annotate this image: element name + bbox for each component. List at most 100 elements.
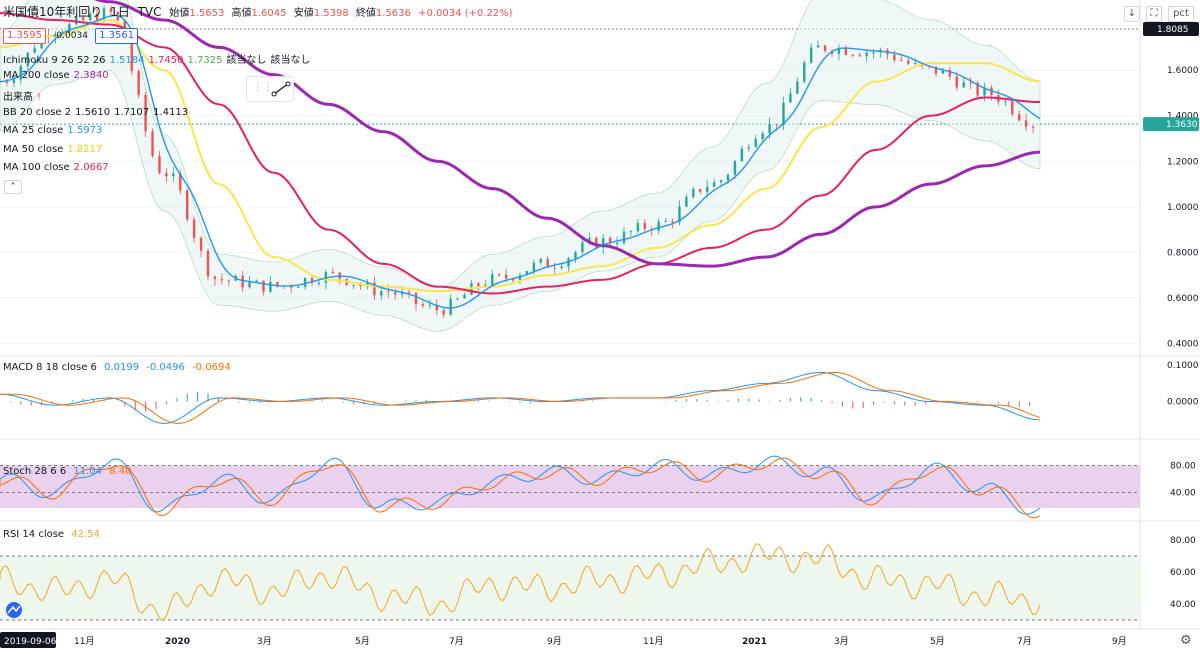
arrow-down-icon[interactable]: ↓ xyxy=(1124,6,1140,22)
indicator-value: 1.8217 xyxy=(67,143,103,155)
candle-body xyxy=(726,174,730,181)
candle-body xyxy=(498,274,501,276)
drag-handle-icon[interactable]: ⋮⋮ xyxy=(253,82,273,93)
drawing-tool-popup[interactable]: ⋮⋮ xyxy=(246,76,294,102)
symbol-title[interactable]: 米国債10年利回り xyxy=(3,5,102,19)
indicator-row[interactable]: MA 50 close 1.8217 xyxy=(3,144,102,155)
macd-value-2: -0.0496 xyxy=(146,362,185,373)
candle-body xyxy=(241,275,244,288)
low-value: 1.5398 xyxy=(313,8,349,19)
candle-body xyxy=(775,124,778,126)
candle-body xyxy=(872,52,875,54)
tradingview-logo-icon[interactable] xyxy=(4,602,24,618)
indicator-name: MA 50 close xyxy=(3,143,64,155)
candle-body xyxy=(1018,114,1021,121)
trend-line-icon[interactable] xyxy=(271,81,291,97)
indicator-value: 2.3840 xyxy=(73,69,109,81)
indicator-row[interactable]: 出来高! xyxy=(3,88,41,103)
indicator-row[interactable]: Ichimoku 9 26 52 26 1.5184 1.7450 1.7325 該当な… xyxy=(3,51,311,66)
chart-canvas[interactable]: 1.60001.40001.20001.00000.80000.60000.40… xyxy=(0,0,1200,654)
time-tick-label: 2021 xyxy=(742,637,767,647)
candle-body xyxy=(1031,126,1035,128)
candle-body xyxy=(331,272,334,274)
indicator-value: 1.4113 xyxy=(153,106,189,118)
bid-price[interactable]: 1.3595 xyxy=(3,28,46,44)
indicator-row[interactable]: MA 100 close 2.0667 xyxy=(3,162,109,173)
price-tick-label: 0.4000 xyxy=(1167,340,1199,350)
macd-tick-label: 0.0000 xyxy=(1167,398,1199,408)
gear-icon[interactable]: ⚙ xyxy=(1180,634,1192,648)
interval-label[interactable]: 1日 xyxy=(110,5,130,19)
candle-body xyxy=(387,291,390,293)
candle-body xyxy=(900,59,903,61)
indicator-row[interactable]: BB 20 close 2 1.5610 1.7107 1.4113 xyxy=(3,107,188,118)
candle-body xyxy=(5,81,9,83)
candle-body xyxy=(671,221,674,223)
candle-body xyxy=(303,277,307,287)
candle-body xyxy=(789,93,792,103)
candle-body xyxy=(914,63,917,65)
candle-body xyxy=(539,258,542,263)
high-label: 高値 xyxy=(231,8,252,19)
price-tick-label: 0.8000 xyxy=(1167,248,1199,258)
candle-body xyxy=(699,189,702,192)
high-price-badge-text: 1.8085 xyxy=(1157,25,1189,35)
candle-body xyxy=(1004,101,1007,103)
candle-body xyxy=(858,55,861,57)
stoch-tick-label: 40.00 xyxy=(1170,489,1196,499)
candle-body xyxy=(532,262,536,272)
candle-body xyxy=(796,81,799,94)
indicator-row[interactable]: MA 25 close 1.5973 xyxy=(3,125,102,136)
candle-body xyxy=(449,298,452,315)
candle-body xyxy=(206,250,210,277)
stoch-fill-band xyxy=(0,465,1140,508)
candle-body xyxy=(844,48,848,55)
last-price-badge-text: 1.3630 xyxy=(1166,120,1198,130)
candle-body xyxy=(851,54,854,56)
candle-body xyxy=(227,280,230,282)
time-tick-label: 11月 xyxy=(643,636,663,647)
chevron-up-icon[interactable]: ˄ xyxy=(4,180,22,194)
indicator-name: BB 20 close 2 xyxy=(3,106,72,118)
macd-signal-line xyxy=(0,371,1041,424)
candle-body xyxy=(421,303,425,306)
chart-header: 米国債10年利回り 1日 TVC 始値1.5653 高値1.6045 安値1.5… xyxy=(3,5,521,21)
candle-body xyxy=(629,231,633,233)
candle-body xyxy=(296,286,300,288)
candle-body xyxy=(816,45,820,48)
candle-body xyxy=(955,76,958,88)
candle-body xyxy=(719,180,723,183)
candle-body xyxy=(414,292,418,304)
bid-ask-row: 1.3595 -0.0034 1.3561 xyxy=(3,28,142,44)
rsi-fill-band xyxy=(0,556,1140,620)
candle-body xyxy=(172,173,175,177)
time-tick-label: 3月 xyxy=(257,636,272,647)
indicator-row[interactable]: MA 200 close 2.3840 xyxy=(3,70,109,81)
candle-body xyxy=(664,221,667,223)
low-label: 安値 xyxy=(293,8,314,19)
scale-pct-button[interactable]: pct xyxy=(1168,6,1194,22)
indicator-value: 該当なし xyxy=(226,55,267,66)
candle-body xyxy=(768,124,771,134)
candle-body xyxy=(636,223,640,232)
candle-body xyxy=(477,283,480,286)
macd-legend: MACD 8 18 close 6 0.0199 -0.0496 -0.0694 xyxy=(3,362,231,373)
candle-body xyxy=(622,231,626,243)
candle-body xyxy=(754,138,757,148)
open-label: 始値 xyxy=(169,8,190,19)
ask-price[interactable]: 1.3561 xyxy=(95,28,139,44)
high-value: 1.6045 xyxy=(251,8,287,19)
candle-body xyxy=(456,298,459,300)
time-tick-label: 7月 xyxy=(449,636,464,647)
close-value: 1.5636 xyxy=(375,8,411,19)
fullscreen-icon[interactable]: ⛶ xyxy=(1146,6,1162,22)
scale-label: pct xyxy=(1173,8,1189,19)
candle-body xyxy=(865,52,868,57)
candle-body xyxy=(213,276,217,280)
candle-body xyxy=(685,197,688,207)
stoch-legend: Stoch 28 6 6 11.04 8.40 xyxy=(3,466,132,477)
rsi-legend: RSI 14 close 42.54 xyxy=(3,529,100,540)
price-tick-label: 1.0000 xyxy=(1167,203,1199,213)
indicator-value: ! xyxy=(37,92,42,103)
indicator-name: 出来高 xyxy=(3,92,33,103)
